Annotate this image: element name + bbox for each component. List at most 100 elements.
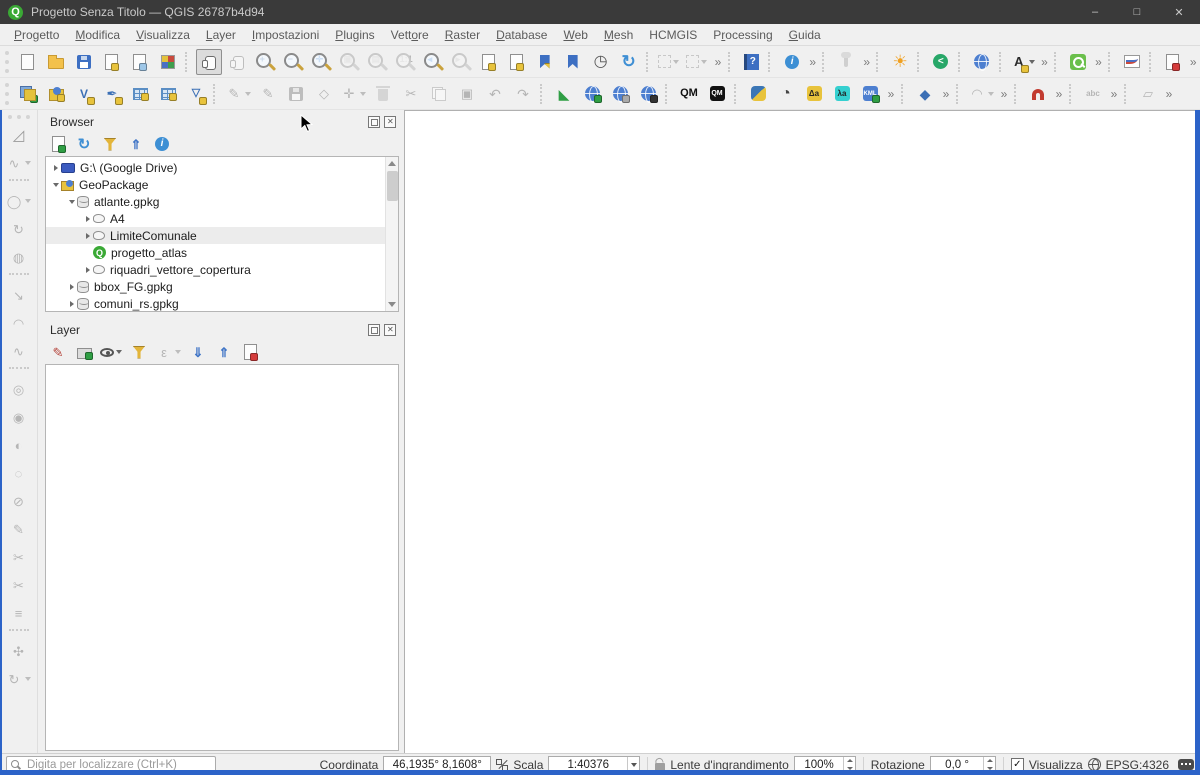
web-maps-plugin[interactable] (969, 49, 995, 75)
add-selected-layers[interactable] (47, 134, 69, 154)
search-layers-plugin[interactable] (1065, 49, 1091, 75)
temporal-controller[interactable]: ◷ (588, 49, 614, 75)
new-project[interactable] (15, 49, 41, 75)
toolbar-overflow-icon[interactable] (806, 51, 819, 73)
new-map-view[interactable] (476, 49, 502, 75)
open-layer-styling[interactable]: ✎ (47, 342, 69, 362)
zoom-last[interactable]: ◂ (420, 49, 446, 75)
new-3d-map-view[interactable] (504, 49, 530, 75)
toolbar-overflow-icon[interactable] (884, 83, 898, 105)
layers-float-icon[interactable] (368, 324, 380, 336)
new-mesh-layer[interactable]: ▽ (183, 81, 209, 107)
dropdown-arrow-icon[interactable] (114, 350, 123, 354)
browser-item-g-google-drive[interactable]: G:\ (Google Drive) (46, 159, 398, 176)
zoom-out[interactable]: − (280, 49, 306, 75)
kml-tools-plugin[interactable]: KML (857, 81, 883, 107)
chevron-right-icon[interactable] (66, 301, 77, 307)
report-plugin[interactable] (1160, 49, 1186, 75)
show-spatial-bookmarks[interactable] (560, 49, 586, 75)
new-shapefile-layer[interactable]: V (71, 81, 97, 107)
browser-item-comuni-rs-gpkg[interactable]: comuni_rs.gpkg (46, 295, 398, 311)
dropdown-arrow-icon[interactable] (358, 92, 367, 96)
close-button[interactable]: ✕ (1158, 0, 1200, 24)
lambda-attributes-plugin[interactable]: λa (829, 81, 855, 107)
chevron-right-icon[interactable] (50, 165, 61, 171)
collapse-all-layers[interactable]: ⇑ (213, 342, 235, 362)
toolbar-handle[interactable] (5, 82, 11, 105)
messages-icon[interactable] (1178, 759, 1194, 774)
toolbar-overflow-icon[interactable] (997, 83, 1011, 105)
collapse-all[interactable]: ⇑ (125, 134, 147, 154)
toolbar-handle[interactable] (5, 50, 11, 73)
browser-item-atlante-gpkg[interactable]: atlante.gpkg (46, 193, 398, 210)
dropdown-arrow-icon[interactable] (23, 677, 32, 681)
menu-web[interactable]: Web (555, 26, 595, 44)
zoom-full-extent[interactable]: ✛ (308, 49, 334, 75)
open-project[interactable] (43, 49, 69, 75)
menu-layer[interactable]: Layer (198, 26, 244, 44)
new-temporary-scratch-layer[interactable] (127, 81, 153, 107)
manage-map-themes[interactable] (99, 342, 124, 362)
new-virtual-layer[interactable] (155, 81, 181, 107)
panel-splitter[interactable] (44, 312, 400, 320)
osm-place-search[interactable] (635, 81, 661, 107)
chevron-down-icon[interactable] (50, 183, 61, 187)
menu-modifica[interactable]: Modifica (67, 26, 128, 44)
chevron-right-icon[interactable] (82, 216, 93, 222)
menu-hcmgis[interactable]: HCMGIS (641, 26, 705, 44)
measure-angle-plugin[interactable]: ◣ (551, 81, 577, 107)
add-group[interactable] (73, 342, 95, 362)
coordinate-extent-toggle-icon[interactable] (496, 758, 509, 771)
minimize-button[interactable]: – (1074, 0, 1116, 24)
show-layout-manager[interactable] (127, 49, 153, 75)
quickmap-search[interactable] (607, 81, 633, 107)
dropdown-arrow-icon[interactable] (699, 60, 708, 64)
delta-attributes-plugin[interactable]: Δa (801, 81, 827, 107)
dropdown-arrow-icon[interactable] (243, 92, 252, 96)
menu-raster[interactable]: Raster (437, 26, 488, 44)
dropdown-arrow-icon[interactable] (1027, 60, 1036, 64)
qm-plugin[interactable]: QM (676, 81, 702, 107)
dropdown-arrow-icon[interactable] (671, 60, 680, 64)
layers-list-empty[interactable] (45, 364, 399, 751)
timer-plugin[interactable]: ◔ (773, 81, 799, 107)
chevron-down-icon[interactable] (66, 200, 77, 204)
dropdown-arrow-icon[interactable] (173, 350, 182, 354)
map-canvas[interactable] (404, 110, 1200, 753)
browser-item-geopackage[interactable]: GeoPackage (46, 176, 398, 193)
menu-vettore[interactable]: Vettore (383, 26, 437, 44)
refresh-browser[interactable]: ↻ (73, 134, 95, 154)
menu-progetto[interactable]: Progetto (6, 26, 67, 44)
data-plot-plugin[interactable] (1119, 49, 1145, 75)
menu-visualizza[interactable]: Visualizza (128, 26, 198, 44)
dropdown-arrow-icon[interactable] (23, 161, 32, 165)
toolbar-overflow-icon[interactable] (1052, 83, 1066, 105)
toolbar-overflow-icon[interactable] (1038, 51, 1051, 73)
maximize-button[interactable]: □ (1116, 0, 1158, 24)
browser-scrollbar[interactable] (385, 157, 398, 311)
menu-plugins[interactable]: Plugins (327, 26, 382, 44)
snapping-toggle[interactable] (1025, 81, 1051, 107)
new-spatialite-layer[interactable]: ✒ (99, 81, 125, 107)
filter-legend[interactable] (128, 342, 150, 362)
share-plugin[interactable]: < (928, 49, 954, 75)
identify-features[interactable]: i (779, 49, 805, 75)
python-console[interactable] (745, 81, 771, 107)
browser-item-progetto-atlas[interactable]: Qprogetto_atlas (46, 244, 398, 261)
pan-map[interactable] (195, 48, 222, 75)
scrollbar-thumb[interactable] (387, 171, 398, 201)
chevron-right-icon[interactable] (82, 267, 93, 273)
dropdown-arrow-icon[interactable] (23, 199, 32, 203)
browser-float-icon[interactable] (368, 116, 380, 128)
browser-close-icon[interactable] (384, 116, 396, 128)
quickmap-add-basemap[interactable] (579, 81, 605, 107)
toolbar-handle[interactable] (7, 115, 30, 120)
filter-browser[interactable] (99, 134, 121, 154)
toolbar-overflow-icon[interactable] (1107, 83, 1121, 105)
zoom-in[interactable]: + (252, 49, 278, 75)
menu-impostazioni[interactable]: Impostazioni (244, 26, 327, 44)
toolbar-overflow-icon[interactable] (1092, 51, 1105, 73)
browser-item-a4[interactable]: A4 (46, 210, 398, 227)
scroll-down-icon[interactable] (386, 298, 398, 311)
dropdown-arrow-icon[interactable] (986, 92, 995, 96)
